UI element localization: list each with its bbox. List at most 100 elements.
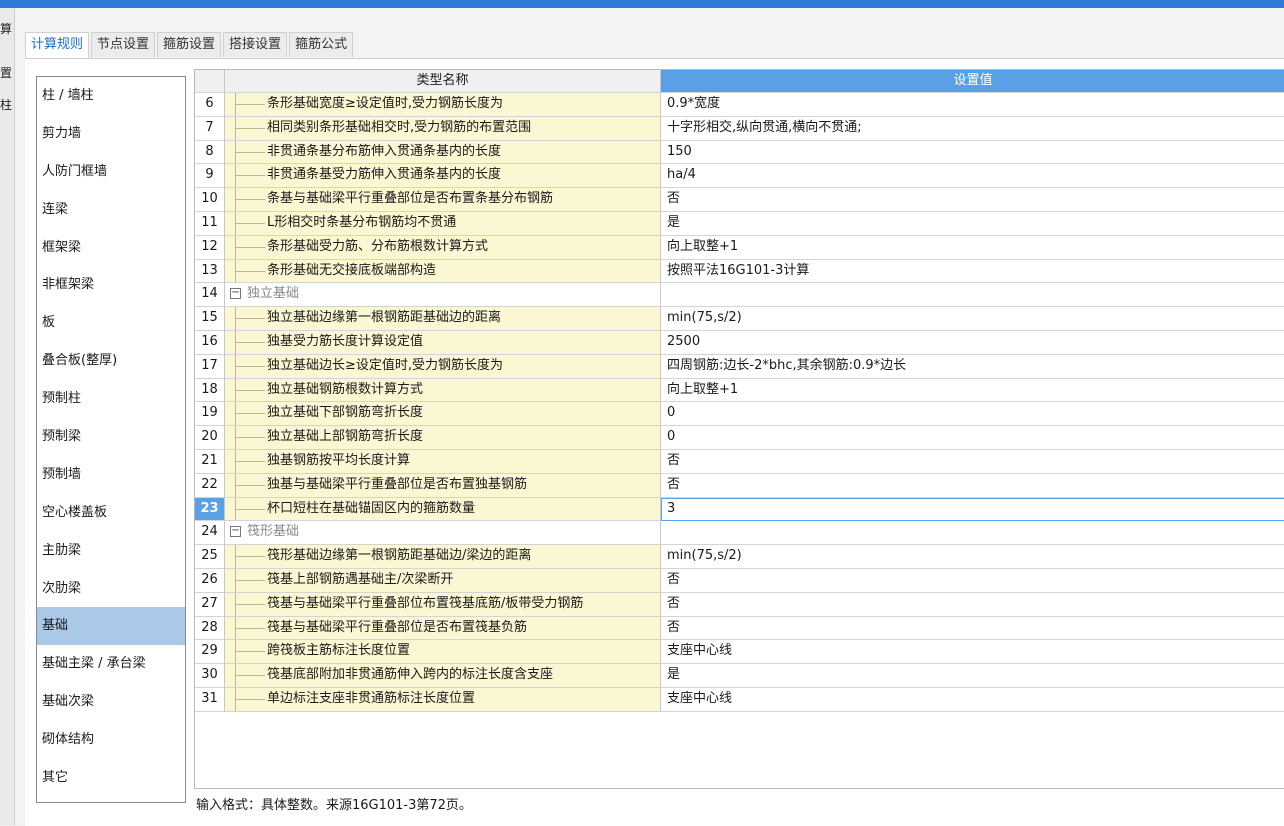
setting-value-cell[interactable]: min(75,s/2) [661, 307, 1284, 331]
type-name-cell[interactable]: − 独立基础 [225, 283, 661, 308]
type-name-cell[interactable]: 独立基础边缘第一根钢筋距基础边的距离 [225, 307, 661, 331]
setting-value-cell[interactable]: 是 [661, 211, 1284, 236]
table-row[interactable]: 25 筏形基础边缘第一根钢筋距基础边/梁边的距离 min(75,s/2) [195, 545, 1284, 569]
type-name-cell[interactable]: 独立基础上部钢筋弯折长度 [225, 426, 661, 450]
setting-value-cell[interactable]: 向上取整+1 [661, 378, 1284, 403]
table-row[interactable]: 12 条形基础受力筋、分布筋根数计算方式 向上取整+1 [195, 235, 1284, 260]
table-row[interactable]: 15 独立基础边缘第一根钢筋距基础边的距离 min(75,s/2) [195, 307, 1284, 331]
table-row[interactable]: 6 条形基础宽度≥设定值时,受力钢筋长度为 0.9*宽度 [195, 93, 1284, 117]
type-name-cell[interactable]: − 筏形基础 [225, 521, 661, 546]
table-row[interactable]: 18 独立基础钢筋根数计算方式 向上取整+1 [195, 378, 1284, 403]
sidebar-item[interactable]: 预制柱 [37, 380, 185, 418]
type-name-cell[interactable]: 筏基与基础梁平行重叠部位是否布置筏基负筋 [225, 616, 661, 641]
table-row[interactable]: 21 独基钢筋按平均长度计算 否 [195, 449, 1284, 474]
collapse-icon[interactable]: − [230, 526, 241, 538]
sidebar-item[interactable]: 砌体结构 [37, 721, 185, 759]
type-name-cell[interactable]: 独基钢筋按平均长度计算 [225, 449, 661, 474]
table-row[interactable]: 13 条形基础无交接底板端部构造 按照平法16G101-3计算 [195, 259, 1284, 284]
table-row[interactable]: 19 独立基础下部钢筋弯折长度 0 [195, 402, 1284, 427]
setting-value-cell[interactable]: 150 [661, 140, 1284, 165]
setting-value-cell[interactable]: 否 [661, 473, 1284, 498]
table-row[interactable]: 11 L形相交时条基分布钢筋均不贯通 是 [195, 211, 1284, 236]
type-name-cell[interactable]: 条形基础受力筋、分布筋根数计算方式 [225, 235, 661, 260]
setting-value-cell[interactable]: 十字形相交,纵向贯通,横向不贯通; [661, 116, 1284, 141]
type-name-cell[interactable]: 单边标注支座非贯通筋标注长度位置 [225, 687, 661, 712]
type-name-cell[interactable]: 条形基础无交接底板端部构造 [225, 259, 661, 284]
table-row[interactable]: 16 独基受力筋长度计算设定值 2500 [195, 330, 1284, 355]
table-row[interactable]: 22 独基与基础梁平行重叠部位是否布置独基钢筋 否 [195, 473, 1284, 498]
sidebar-item[interactable]: 柱 / 墙柱 [37, 77, 185, 115]
sidebar-item[interactable]: 主肋梁 [37, 532, 185, 570]
setting-value-cell[interactable]: 四周钢筋:边长-2*bhc,其余钢筋:0.9*边长 [661, 354, 1284, 379]
type-name-cell[interactable]: 独基受力筋长度计算设定值 [225, 330, 661, 355]
type-name-cell[interactable]: L形相交时条基分布钢筋均不贯通 [225, 211, 661, 236]
setting-value-cell[interactable] [661, 521, 1284, 546]
sidebar-item[interactable]: 次肋梁 [37, 570, 185, 608]
collapse-icon[interactable]: − [230, 288, 241, 300]
tab-node-settings[interactable]: 节点设置 [91, 32, 156, 57]
type-name-cell[interactable]: 筏形基础边缘第一根钢筋距基础边/梁边的距离 [225, 545, 661, 569]
sidebar-item[interactable]: 其它 [37, 759, 185, 797]
sidebar-item[interactable]: 基础次梁 [37, 683, 185, 721]
setting-value-cell[interactable]: 向上取整+1 [661, 235, 1284, 260]
type-name-cell[interactable]: 筏基与基础梁平行重叠部位布置筏基底筋/板带受力钢筋 [225, 592, 661, 617]
setting-value-input[interactable]: 3 [661, 497, 1284, 522]
table-row[interactable]: 28 筏基与基础梁平行重叠部位是否布置筏基负筋 否 [195, 616, 1284, 641]
sidebar-item[interactable]: 预制墙 [37, 456, 185, 494]
setting-value-cell[interactable]: 0 [661, 402, 1284, 427]
sidebar-item[interactable]: 预制梁 [37, 418, 185, 456]
setting-value-cell[interactable]: 否 [661, 616, 1284, 641]
setting-value-cell[interactable]: 2500 [661, 330, 1284, 355]
setting-value-cell[interactable]: 否 [661, 568, 1284, 593]
sidebar-item[interactable]: 空心楼盖板 [37, 494, 185, 532]
table-row[interactable]: 7 相同类别条形基础相交时,受力钢筋的布置范围 十字形相交,纵向贯通,横向不贯通; [195, 116, 1284, 141]
table-row[interactable]: 17 独立基础边长≥设定值时,受力钢筋长度为 四周钢筋:边长-2*bhc,其余钢筋:… [195, 354, 1284, 379]
setting-value-cell[interactable]: 支座中心线 [661, 687, 1284, 712]
sidebar-item[interactable]: 基础主梁 / 承台梁 [37, 645, 185, 683]
type-name-cell[interactable]: 筏基底部附加非贯通筋伸入跨内的标注长度含支座 [225, 664, 661, 688]
table-row[interactable]: 9 非贯通条基受力筋伸入贯通条基内的长度 ha/4 [195, 164, 1284, 189]
setting-value-cell[interactable]: 0.9*宽度 [661, 93, 1284, 117]
setting-value-cell[interactable]: 否 [661, 188, 1284, 212]
type-name-cell[interactable]: 独立基础钢筋根数计算方式 [225, 378, 661, 403]
tab-stirrup-formula[interactable]: 箍筋公式 [289, 32, 354, 57]
type-name-cell[interactable]: 杯口短柱在基础锚固区内的箍筋数量 [225, 497, 661, 522]
type-name-cell[interactable]: 非贯通条基分布筋伸入贯通条基内的长度 [225, 140, 661, 165]
setting-value-cell[interactable]: 是 [661, 664, 1284, 688]
tab-stirrup-settings[interactable]: 箍筋设置 [157, 32, 222, 57]
type-name-cell[interactable]: 跨筏板主筋标注长度位置 [225, 640, 661, 665]
sidebar-item[interactable]: 板 [37, 304, 185, 342]
group-row[interactable]: 14− 独立基础 [195, 283, 1284, 308]
type-name-cell[interactable]: 条基与基础梁平行重叠部位是否布置条基分布钢筋 [225, 188, 661, 212]
setting-value-cell[interactable] [661, 283, 1284, 308]
sidebar-item[interactable]: 基础 [37, 607, 185, 646]
table-row[interactable]: 20 独立基础上部钢筋弯折长度 0 [195, 426, 1284, 450]
type-name-cell[interactable]: 独基与基础梁平行重叠部位是否布置独基钢筋 [225, 473, 661, 498]
sidebar-item[interactable]: 非框架梁 [37, 266, 185, 304]
sidebar-item[interactable]: 框架梁 [37, 229, 185, 267]
setting-value-cell[interactable]: min(75,s/2) [661, 545, 1284, 569]
type-name-cell[interactable]: 条形基础宽度≥设定值时,受力钢筋长度为 [225, 93, 661, 117]
table-row[interactable]: 29 跨筏板主筋标注长度位置 支座中心线 [195, 640, 1284, 665]
setting-value-cell[interactable]: 0 [661, 426, 1284, 450]
tab-lap-settings[interactable]: 搭接设置 [223, 32, 288, 57]
type-name-cell[interactable]: 独立基础边长≥设定值时,受力钢筋长度为 [225, 354, 661, 379]
sidebar-item[interactable]: 连梁 [37, 191, 185, 229]
type-name-cell[interactable]: 相同类别条形基础相交时,受力钢筋的布置范围 [225, 116, 661, 141]
table-row[interactable]: 8 非贯通条基分布筋伸入贯通条基内的长度 150 [195, 140, 1284, 165]
setting-value-cell[interactable]: 支座中心线 [661, 640, 1284, 665]
table-row[interactable]: 30 筏基底部附加非贯通筋伸入跨内的标注长度含支座 是 [195, 664, 1284, 688]
type-name-cell[interactable]: 筏基上部钢筋遇基础主/次梁断开 [225, 568, 661, 593]
table-row[interactable]: 31 单边标注支座非贯通筋标注长度位置 支座中心线 [195, 687, 1284, 712]
setting-value-cell[interactable]: ha/4 [661, 164, 1284, 189]
type-name-cell[interactable]: 独立基础下部钢筋弯折长度 [225, 402, 661, 427]
setting-value-cell[interactable]: 否 [661, 592, 1284, 617]
tab-calculation-rules[interactable]: 计算规则 [25, 32, 90, 59]
type-name-cell[interactable]: 非贯通条基受力筋伸入贯通条基内的长度 [225, 164, 661, 189]
table-row[interactable]: 26 筏基上部钢筋遇基础主/次梁断开 否 [195, 568, 1284, 593]
sidebar-item[interactable]: 人防门框墙 [37, 153, 185, 191]
table-row[interactable]: 23 杯口短柱在基础锚固区内的箍筋数量 3 [195, 497, 1284, 522]
sidebar-item[interactable]: 剪力墙 [37, 115, 185, 153]
table-row[interactable]: 10 条基与基础梁平行重叠部位是否布置条基分布钢筋 否 [195, 188, 1284, 212]
sidebar-item[interactable]: 叠合板(整厚) [37, 342, 185, 380]
